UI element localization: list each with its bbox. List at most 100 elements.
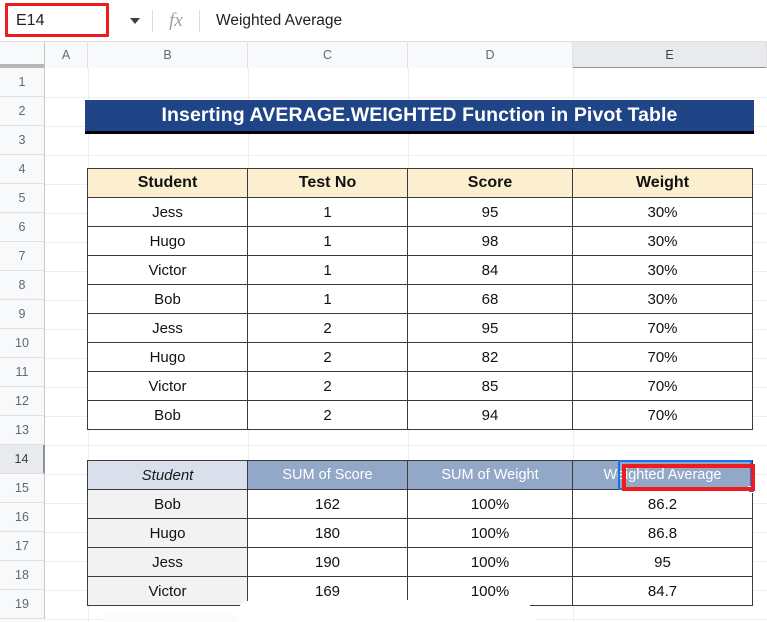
data-cell-r8c4[interactable]: 70% — [572, 400, 753, 430]
spreadsheet-app: E14 fx Weighted Average A B C D E 123456… — [0, 0, 767, 622]
pivot-cell-r4c1[interactable]: Victor — [87, 576, 248, 606]
table-row: Jess 190 100% 95 — [87, 547, 753, 577]
table-row: Bob 2 94 70% — [87, 400, 753, 430]
gridline-h — [45, 97, 767, 98]
data-cell-r6c4[interactable]: 70% — [572, 342, 753, 372]
table-row: Bob 162 100% 86.2 — [87, 489, 753, 519]
row-header-11[interactable]: 11 — [0, 358, 45, 387]
table-row: Victor 2 85 70% — [87, 371, 753, 401]
gridline-h — [45, 445, 767, 446]
row-header-19[interactable]: 19 — [0, 590, 45, 619]
data-cell-r4c4[interactable]: 30% — [572, 284, 753, 314]
data-cell-r2c2[interactable]: 1 — [247, 226, 408, 256]
data-cell-r7c3[interactable]: 85 — [407, 371, 573, 401]
pivot-cell-r1c4[interactable]: 86.2 — [572, 489, 753, 519]
data-cell-r2c1[interactable]: Hugo — [87, 226, 248, 256]
data-cell-r6c2[interactable]: 2 — [247, 342, 408, 372]
row-header-16[interactable]: 16 — [0, 503, 45, 532]
row-header-3[interactable]: 3 — [0, 126, 45, 155]
row-header-18[interactable]: 18 — [0, 561, 45, 590]
data-cell-r8c3[interactable]: 94 — [407, 400, 573, 430]
pivot-header-sum-of-weight: SUM of Weight — [407, 460, 573, 490]
data-cell-r4c1[interactable]: Bob — [87, 284, 248, 314]
data-cell-r7c4[interactable]: 70% — [572, 371, 753, 401]
data-cell-r3c4[interactable]: 30% — [572, 255, 753, 285]
pivot-header-weighted-average[interactable]: Weighted Average — [572, 460, 753, 490]
name-box[interactable]: E14 — [10, 7, 106, 34]
gridline-h — [45, 619, 767, 620]
data-cell-r1c4[interactable]: 30% — [572, 197, 753, 227]
pivot-cell-r3c4[interactable]: 95 — [572, 547, 753, 577]
data-cell-r6c3[interactable]: 82 — [407, 342, 573, 372]
data-cell-r8c2[interactable]: 2 — [247, 400, 408, 430]
table-row: Hugo 2 82 70% — [87, 342, 753, 372]
row-header-5[interactable]: 5 — [0, 184, 45, 213]
pivot-cell-r2c4[interactable]: 86.8 — [572, 518, 753, 548]
data-cell-r7c1[interactable]: Victor — [87, 371, 248, 401]
data-cell-r2c4[interactable]: 30% — [572, 226, 753, 256]
title-banner: Inserting AVERAGE.WEIGHTED Function in P… — [85, 100, 754, 134]
table-row: Hugo 180 100% 86.8 — [87, 518, 753, 548]
row-header-13[interactable]: 13 — [0, 416, 45, 445]
data-cell-r4c2[interactable]: 1 — [247, 284, 408, 314]
row-header-1[interactable]: 1 — [0, 68, 45, 97]
pivot-header-row: Student SUM of Score SUM of Weight Weigh… — [87, 460, 753, 490]
col-header-weight: Weight — [572, 168, 753, 198]
row-header-2[interactable]: 2 — [0, 97, 45, 126]
pivot-cell-r3c3[interactable]: 100% — [407, 547, 573, 577]
column-header-bar: A B C D E — [0, 41, 767, 69]
row-header-10[interactable]: 10 — [0, 329, 45, 358]
pivot-cell-r4c2[interactable]: 169 — [247, 576, 408, 606]
pivot-cell-r2c3[interactable]: 100% — [407, 518, 573, 548]
fx-icon: fx — [169, 9, 183, 31]
row-header-8[interactable]: 8 — [0, 271, 45, 300]
pivot-cell-r1c2[interactable]: 162 — [247, 489, 408, 519]
data-cell-r6c1[interactable]: Hugo — [87, 342, 248, 372]
pivot-cell-r3c2[interactable]: 190 — [247, 547, 408, 577]
pivot-cell-r1c1[interactable]: Bob — [87, 489, 248, 519]
data-cell-r1c2[interactable]: 1 — [247, 197, 408, 227]
row-header-15[interactable]: 15 — [0, 474, 45, 503]
data-cell-r7c2[interactable]: 2 — [247, 371, 408, 401]
pivot-cell-r4c3[interactable]: 100% — [407, 576, 573, 606]
pivot-cell-r2c1[interactable]: Hugo — [87, 518, 248, 548]
column-header-d[interactable]: D — [408, 42, 573, 69]
formula-input[interactable]: Weighted Average — [200, 0, 767, 41]
pivot-cell-r2c2[interactable]: 180 — [247, 518, 408, 548]
row-header-6[interactable]: 6 — [0, 213, 45, 242]
column-header-c[interactable]: C — [248, 42, 408, 69]
pivot-cell-r1c3[interactable]: 100% — [407, 489, 573, 519]
data-cell-r5c2[interactable]: 2 — [247, 313, 408, 343]
column-header-a[interactable]: A — [45, 42, 88, 69]
data-cell-r8c1[interactable]: Bob — [87, 400, 248, 430]
row-header-17[interactable]: 17 — [0, 532, 45, 561]
data-cell-r1c1[interactable]: Jess — [87, 197, 248, 227]
data-cell-r1c3[interactable]: 95 — [407, 197, 573, 227]
column-header-e[interactable]: E — [573, 42, 767, 69]
name-box-dropdown-button[interactable] — [118, 0, 152, 41]
row-header-7[interactable]: 7 — [0, 242, 45, 271]
data-cell-r3c3[interactable]: 84 — [407, 255, 573, 285]
pivot-table: Student SUM of Score SUM of Weight Weigh… — [87, 460, 753, 606]
column-header-b[interactable]: B — [88, 42, 248, 69]
data-cell-r3c1[interactable]: Victor — [87, 255, 248, 285]
data-cell-r5c1[interactable]: Jess — [87, 313, 248, 343]
data-cell-r5c4[interactable]: 70% — [572, 313, 753, 343]
data-cell-r4c3[interactable]: 68 — [407, 284, 573, 314]
row-header-9[interactable]: 9 — [0, 300, 45, 329]
select-all-corner[interactable] — [0, 42, 45, 69]
pivot-cell-r4c4[interactable]: 84.7 — [572, 576, 753, 606]
table-row: Victor 1 84 30% — [87, 255, 753, 285]
formula-bar: E14 fx Weighted Average — [0, 0, 767, 41]
pivot-cell-r3c1[interactable]: Jess — [87, 547, 248, 577]
table-row: Hugo 1 98 30% — [87, 226, 753, 256]
col-header-student: Student — [87, 168, 248, 198]
data-cell-r2c3[interactable]: 98 — [407, 226, 573, 256]
row-header-4[interactable]: 4 — [0, 155, 45, 184]
source-data-table: Student Test No Score Weight Jess 1 95 30% H… — [87, 168, 753, 430]
data-cell-r3c2[interactable]: 1 — [247, 255, 408, 285]
row-header-14[interactable]: 14 — [0, 445, 45, 474]
data-cell-r5c3[interactable]: 95 — [407, 313, 573, 343]
grid-canvas[interactable]: Inserting AVERAGE.WEIGHTED Function in P… — [45, 68, 767, 622]
row-header-12[interactable]: 12 — [0, 387, 45, 416]
